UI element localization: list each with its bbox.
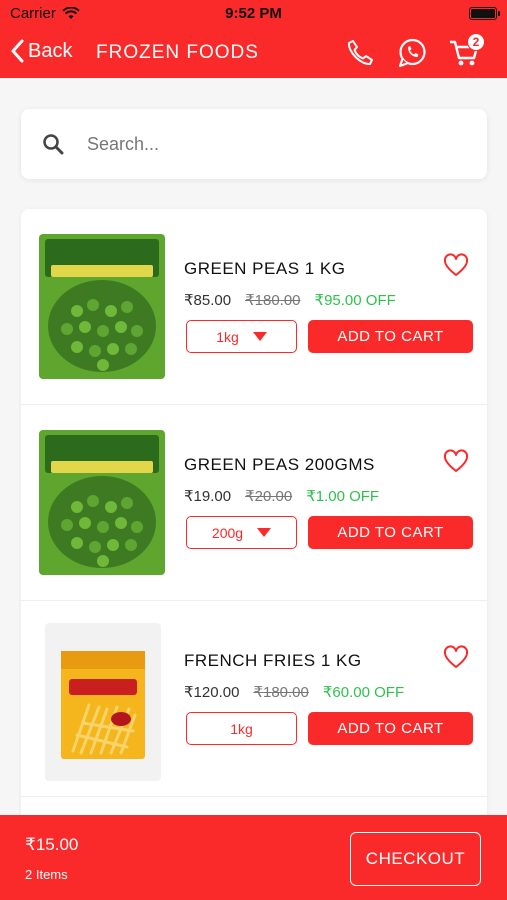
green-peas-pack-image <box>39 234 165 379</box>
product-discount: ₹60.00 OFF <box>322 684 405 701</box>
add-to-cart-button[interactable]: ADD TO CART <box>308 320 473 353</box>
product-mrp: ₹180.00 <box>253 684 309 701</box>
nav-bar: Back FROZEN FOODS 2 <box>0 28 507 78</box>
heart-icon[interactable] <box>443 645 469 671</box>
green-peas-pack-image <box>39 430 165 575</box>
product-image[interactable] <box>37 231 167 381</box>
product-price: ₹19.00 <box>184 488 232 505</box>
product-image[interactable] <box>37 623 167 781</box>
back-button[interactable]: Back <box>10 39 72 63</box>
size-dropdown[interactable]: 1kg <box>186 712 297 745</box>
size-value: 200g <box>211 524 244 541</box>
product-discount: ₹95.00 OFF <box>314 292 396 309</box>
product-card[interactable]: GREEN PEAS 200GMS ₹19.00 ₹20.00 ₹1.00 OF… <box>21 405 487 601</box>
status-time: 9:52 PM <box>225 5 282 22</box>
checkout-button[interactable]: CHECKOUT <box>350 832 481 886</box>
product-list: GREEN PEAS 1 KG ₹85.00 ₹180.00 ₹95.00 OF… <box>21 209 487 829</box>
size-dropdown[interactable]: 1kg <box>186 320 297 353</box>
search-icon <box>41 132 65 156</box>
caret-down-icon <box>257 528 272 537</box>
product-name: GREEN PEAS 1 KG <box>184 259 346 278</box>
page-title: FROZEN FOODS <box>96 42 259 63</box>
size-dropdown[interactable]: 200g <box>186 516 297 549</box>
add-to-cart-button[interactable]: ADD TO CART <box>308 516 473 549</box>
add-to-cart-button[interactable]: ADD TO CART <box>308 712 473 745</box>
product-name: GREEN PEAS 200GMS <box>184 455 375 474</box>
product-price: ₹120.00 <box>184 684 240 701</box>
heart-icon[interactable] <box>443 253 469 279</box>
product-mrp: ₹180.00 <box>245 292 301 309</box>
cart-total: ₹15.00 <box>25 835 79 854</box>
heart-icon[interactable] <box>443 449 469 475</box>
whatsapp-button[interactable] <box>395 36 429 70</box>
cart-button[interactable]: 2 <box>447 33 485 70</box>
product-mrp: ₹20.00 <box>245 488 293 505</box>
search-input[interactable] <box>87 133 447 155</box>
french-fries-pack-image <box>45 623 161 781</box>
product-discount: ₹1.00 OFF <box>306 488 380 505</box>
search-bar <box>21 109 487 179</box>
chevron-left-icon <box>11 39 24 63</box>
cart-item-count: 2 Items <box>25 867 68 882</box>
product-card[interactable]: FRENCH FRIES 1 KG ₹120.00 ₹180.00 ₹60.00… <box>21 601 487 797</box>
price-row: ₹19.00 ₹20.00 ₹1.00 OFF <box>184 487 379 505</box>
status-bar: Carrier 9:52 PM <box>0 0 507 28</box>
product-name: FRENCH FRIES 1 KG <box>184 651 362 670</box>
caret-down-icon <box>252 332 267 341</box>
back-label: Back <box>28 39 73 62</box>
price-row: ₹120.00 ₹180.00 ₹60.00 OFF <box>184 683 404 701</box>
price-row: ₹85.00 ₹180.00 ₹95.00 OFF <box>184 291 396 309</box>
call-button[interactable] <box>343 36 377 70</box>
whatsapp-icon <box>398 38 426 68</box>
cart-count-badge: 2 <box>467 33 485 51</box>
cart-footer: ₹15.00 2 Items CHECKOUT <box>0 815 507 900</box>
product-image[interactable] <box>37 427 167 577</box>
phone-icon <box>347 40 373 66</box>
size-value: 1kg <box>216 328 239 345</box>
size-value: 1kg <box>230 720 253 737</box>
product-card[interactable]: GREEN PEAS 1 KG ₹85.00 ₹180.00 ₹95.00 OF… <box>21 209 487 405</box>
product-price: ₹85.00 <box>184 292 232 309</box>
battery-icon <box>469 7 500 20</box>
